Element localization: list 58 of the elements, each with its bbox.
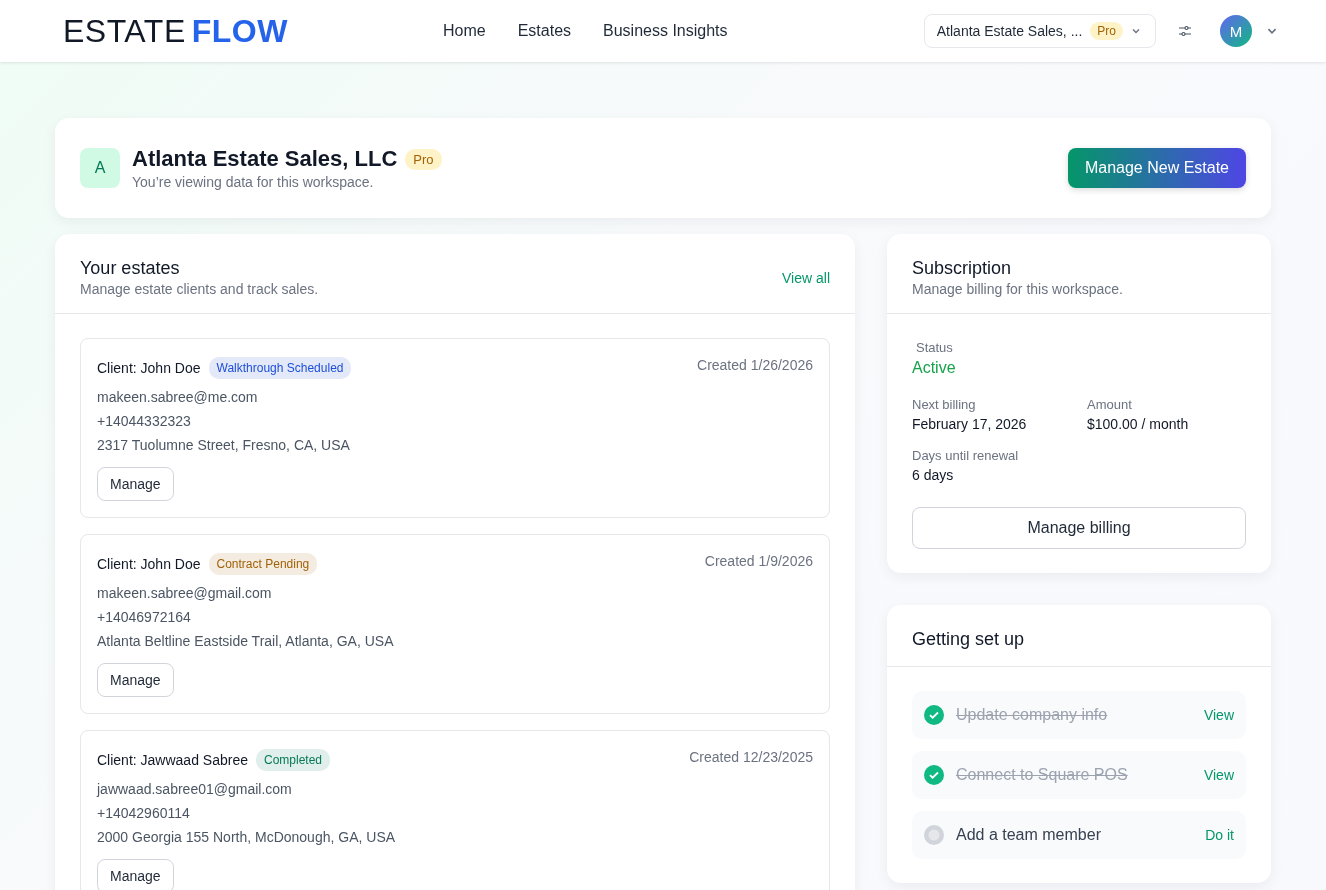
client-name: Client: John Doe: [97, 556, 201, 572]
estate-address: Atlanta Beltline Eastside Trail, Atlanta, GA, USA: [97, 632, 395, 651]
panel-title: Your estates: [80, 258, 181, 279]
workspace-initial: A: [80, 148, 120, 188]
field-label: Days until renewal: [912, 448, 1020, 463]
manage-button[interactable]: Manage: [97, 467, 174, 501]
settings-sliders-icon[interactable]: [1178, 24, 1192, 38]
plan-badge: Pro: [1090, 22, 1123, 40]
status-tag: Walkthrough Scheduled: [208, 357, 352, 379]
setup-task: Update company info: [956, 706, 1109, 724]
logo-text: FLOW: [191, 12, 288, 50]
field-value: $100.00 / month: [1087, 416, 1190, 432]
nav-link[interactable]: Home: [443, 22, 486, 40]
workspace-subtitle: You’re viewing data for this workspace.: [132, 174, 375, 190]
created-date: Created 1/9/2026: [704, 553, 813, 569]
nav-link[interactable]: Estates: [517, 22, 572, 40]
created-date: Created 1/26/2026: [697, 357, 813, 373]
manage-button[interactable]: Manage: [97, 663, 174, 697]
setup-action-link[interactable]: View: [1203, 767, 1234, 783]
field-value: February 17, 2026: [912, 416, 1028, 432]
manage-button[interactable]: Manage: [97, 859, 174, 890]
status-value: Active: [912, 359, 957, 377]
nav-link[interactable]: Business Insights: [603, 22, 728, 40]
panel-title: Subscription: [912, 258, 1013, 279]
setup-task: Connect to Square POS: [956, 766, 1129, 784]
plan-badge: Pro: [405, 148, 442, 170]
client-email: makeen.sabree@gmail.com: [97, 584, 273, 603]
workspace-title: Atlanta Estate Sales, LLC: [132, 146, 398, 172]
workspace-selector[interactable]: Atlanta Estate Sales, ... Pro: [923, 14, 1156, 48]
view-all-link[interactable]: View all: [782, 269, 830, 286]
workspace-name: Atlanta Estate Sales, ...: [936, 23, 1083, 39]
field-label: Amount: [1087, 397, 1133, 412]
panel-title: Getting set up: [912, 629, 1025, 650]
client-email: makeen.sabree@me.com: [97, 388, 259, 407]
client-phone: +14044332323: [97, 412, 192, 431]
created-date: Created 12/23/2025: [689, 749, 813, 765]
user-avatar[interactable]: M: [1220, 15, 1252, 47]
client-name: Client: Jawwaad Sabree: [97, 752, 248, 768]
status-label: Status: [915, 340, 954, 355]
manage-new-estate-button[interactable]: Manage New Estate: [1067, 148, 1246, 188]
status-tag: Contract Pending: [208, 553, 318, 575]
client-email: jawwaad.sabree01@gmail.com: [97, 780, 293, 799]
estate-address: 2000 Georgia 155 North, McDonough, GA, USA: [97, 828, 397, 847]
status-tag: Completed: [256, 749, 330, 771]
panel-subtitle: Manage estate clients and track sales.: [80, 281, 319, 297]
setup-task: Add a team member: [956, 826, 1102, 844]
client-name: Client: John Doe: [97, 360, 201, 376]
client-phone: +14046972164: [97, 608, 192, 627]
field-label: Next billing: [912, 397, 977, 412]
field-value: 6 days: [912, 467, 955, 483]
estate-address: 2317 Tuolumne Street, Fresno, CA, USA: [97, 436, 351, 455]
panel-subtitle: Manage billing for this workspace.: [912, 281, 1123, 297]
setup-action-link[interactable]: Do it: [1205, 827, 1234, 843]
logo-text: ESTATE: [63, 12, 186, 50]
client-phone: +14042960114: [97, 804, 191, 823]
chevron-down-icon: [1131, 26, 1141, 36]
setup-action-link[interactable]: View: [1203, 707, 1234, 723]
manage-billing-button[interactable]: Manage billing: [912, 507, 1246, 549]
